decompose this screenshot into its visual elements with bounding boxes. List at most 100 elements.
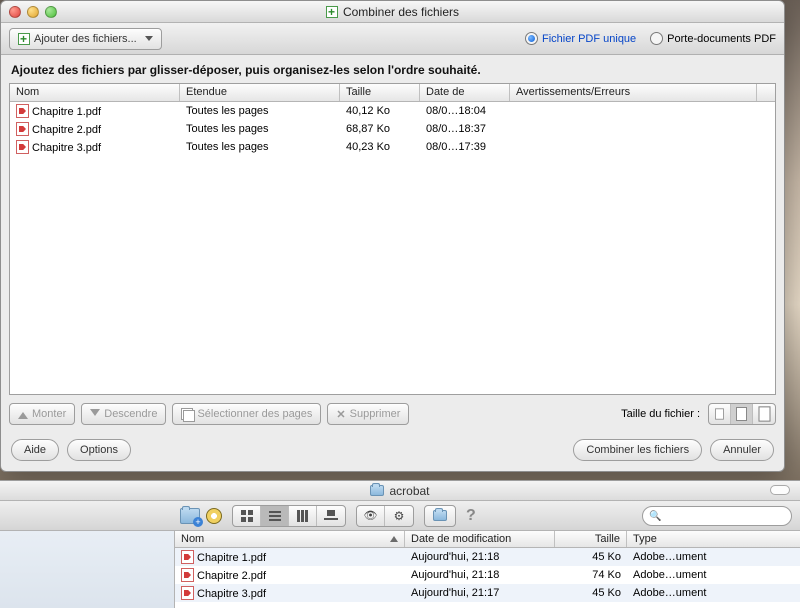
finder-col-date-label: Date de modification xyxy=(411,533,511,545)
select-pages-button[interactable]: Sélectionner des pages xyxy=(172,403,321,425)
combine-button[interactable]: Combiner les fichiers xyxy=(573,439,702,461)
view-mode-group xyxy=(232,505,346,527)
col-header-nom[interactable]: Nom xyxy=(10,84,180,101)
options-button[interactable]: Options xyxy=(67,439,131,461)
pdf-file-icon xyxy=(16,104,29,118)
table-row[interactable]: Chapitre 1.pdfToutes les pages40,12 Ko08… xyxy=(10,102,775,120)
remove-x-icon: ✕ xyxy=(336,408,345,421)
pages-stack-icon xyxy=(181,408,193,420)
finder-rows[interactable]: Chapitre 1.pdfAujourd'hui, 21:1845 KoAdo… xyxy=(175,548,800,608)
finder-col-taille[interactable]: Taille xyxy=(555,531,627,547)
page-medium-icon xyxy=(736,407,747,421)
pdf-file-icon xyxy=(16,122,29,136)
finder-col-date[interactable]: Date de modification xyxy=(405,531,555,547)
new-folder-button[interactable]: + xyxy=(180,508,200,524)
help-button[interactable]: Aide xyxy=(11,439,59,461)
finder-col-type[interactable]: Type xyxy=(627,531,800,547)
finder-search-field[interactable] xyxy=(642,506,792,526)
table-row[interactable]: Chapitre 2.pdfToutes les pages68,87 Ko08… xyxy=(10,120,775,138)
cancel-label: Annuler xyxy=(723,444,761,456)
burn-disc-icon[interactable] xyxy=(206,508,222,524)
add-files-icon xyxy=(18,33,30,45)
eye-icon xyxy=(364,509,378,522)
path-group[interactable] xyxy=(424,505,456,527)
move-down-label: Descendre xyxy=(104,408,157,420)
radio-single-pdf[interactable]: Fichier PDF unique xyxy=(525,32,636,45)
size-small-button[interactable] xyxy=(709,404,731,424)
view-icon-column[interactable] xyxy=(289,506,317,526)
finder-list-header: Nom Date de modification Taille Type xyxy=(175,531,800,548)
file-size-label: Taille du fichier : xyxy=(621,408,700,420)
finder-row[interactable]: Chapitre 3.pdfAujourd'hui, 21:1745 KoAdo… xyxy=(175,584,800,602)
move-up-button[interactable]: Monter xyxy=(9,403,75,425)
quicklook-button[interactable] xyxy=(357,506,385,526)
minimize-icon[interactable] xyxy=(27,6,39,18)
view-icon-list[interactable] xyxy=(261,506,289,526)
finder-folder-name: acrobat xyxy=(389,484,429,498)
bottom-row: Aide Options Combiner les fichiers Annul… xyxy=(1,433,784,471)
combine-files-icon xyxy=(326,6,338,18)
add-files-label: Ajouter des fichiers... xyxy=(34,33,137,45)
radio-portfolio-pdf[interactable]: Porte-documents PDF xyxy=(650,32,776,45)
chevron-down-icon xyxy=(145,36,153,41)
window-title: Combiner des fichiers xyxy=(343,5,459,19)
table-body[interactable]: Chapitre 1.pdfToutes les pages40,12 Ko08… xyxy=(10,102,775,394)
finder-titlebar: acrobat xyxy=(0,481,800,501)
pdf-file-icon xyxy=(181,568,194,582)
page-large-icon xyxy=(758,406,770,421)
col-header-date[interactable]: Date de xyxy=(420,84,510,101)
select-pages-label: Sélectionner des pages xyxy=(197,408,312,420)
close-icon[interactable] xyxy=(9,6,21,18)
radio-portfolio-label: Porte-documents PDF xyxy=(667,33,776,45)
arrow-up-icon xyxy=(18,409,28,419)
pdf-file-icon xyxy=(181,586,194,600)
table-header: Nom Etendue Taille Date de Avertissement… xyxy=(10,84,775,102)
view-icon-grid[interactable] xyxy=(233,506,261,526)
folder-icon xyxy=(370,485,384,496)
pdf-file-icon xyxy=(181,550,194,564)
finder-row[interactable]: Chapitre 2.pdfAujourd'hui, 21:1874 KoAdo… xyxy=(175,566,800,584)
arrow-down-icon xyxy=(90,409,100,419)
remove-button[interactable]: ✕ Supprimer xyxy=(327,403,409,425)
path-folder-icon xyxy=(433,510,447,521)
toolbar: Ajouter des fichiers... Fichier PDF uniq… xyxy=(1,23,784,55)
move-down-button[interactable]: Descendre xyxy=(81,403,166,425)
size-medium-button[interactable] xyxy=(731,404,753,424)
finder-window: acrobat + ? xyxy=(0,480,800,608)
remove-label: Supprimer xyxy=(350,408,401,420)
titlebar: Combiner des fichiers xyxy=(1,1,784,23)
file-size-toggle[interactable] xyxy=(708,403,776,425)
col-header-taille[interactable]: Taille xyxy=(340,84,420,101)
view-icon-cover[interactable] xyxy=(317,506,345,526)
options-label: Options xyxy=(80,444,118,456)
radio-dot-icon xyxy=(525,32,538,45)
cancel-button[interactable]: Annuler xyxy=(710,439,774,461)
col-header-etendue[interactable]: Etendue xyxy=(180,84,340,101)
finder-col-nom-label: Nom xyxy=(181,533,204,545)
add-files-button[interactable]: Ajouter des fichiers... xyxy=(9,28,162,50)
columns-icon xyxy=(297,510,309,522)
table-row[interactable]: Chapitre 3.pdfToutes les pages40,23 Ko08… xyxy=(10,138,775,156)
finder-sidebar[interactable] xyxy=(0,531,175,608)
coverflow-icon xyxy=(324,510,338,522)
files-table: Nom Etendue Taille Date de Avertissement… xyxy=(9,83,776,395)
toolbar-toggle-pill[interactable] xyxy=(770,485,790,495)
finder-col-nom[interactable]: Nom xyxy=(175,531,405,547)
grid-icon xyxy=(241,510,253,522)
help-icon[interactable]: ? xyxy=(466,507,476,525)
size-large-button[interactable] xyxy=(753,404,775,424)
action-menu-button[interactable] xyxy=(385,506,413,526)
quicklook-group xyxy=(356,505,414,527)
finder-list: Nom Date de modification Taille Type Cha… xyxy=(175,531,800,608)
move-up-label: Monter xyxy=(32,408,66,420)
zoom-icon[interactable] xyxy=(45,6,57,18)
finder-toolbar: + ? xyxy=(0,501,800,531)
instruction-text: Ajoutez des fichiers par glisser-déposer… xyxy=(1,55,784,83)
finder-row[interactable]: Chapitre 1.pdfAujourd'hui, 21:1845 KoAdo… xyxy=(175,548,800,566)
col-header-avert[interactable]: Avertissements/Erreurs xyxy=(510,84,757,101)
col-header-corner xyxy=(757,84,775,101)
search-icon xyxy=(649,510,661,522)
radio-single-label: Fichier PDF unique xyxy=(542,33,636,45)
radio-dot-icon xyxy=(650,32,663,45)
help-label: Aide xyxy=(24,444,46,456)
